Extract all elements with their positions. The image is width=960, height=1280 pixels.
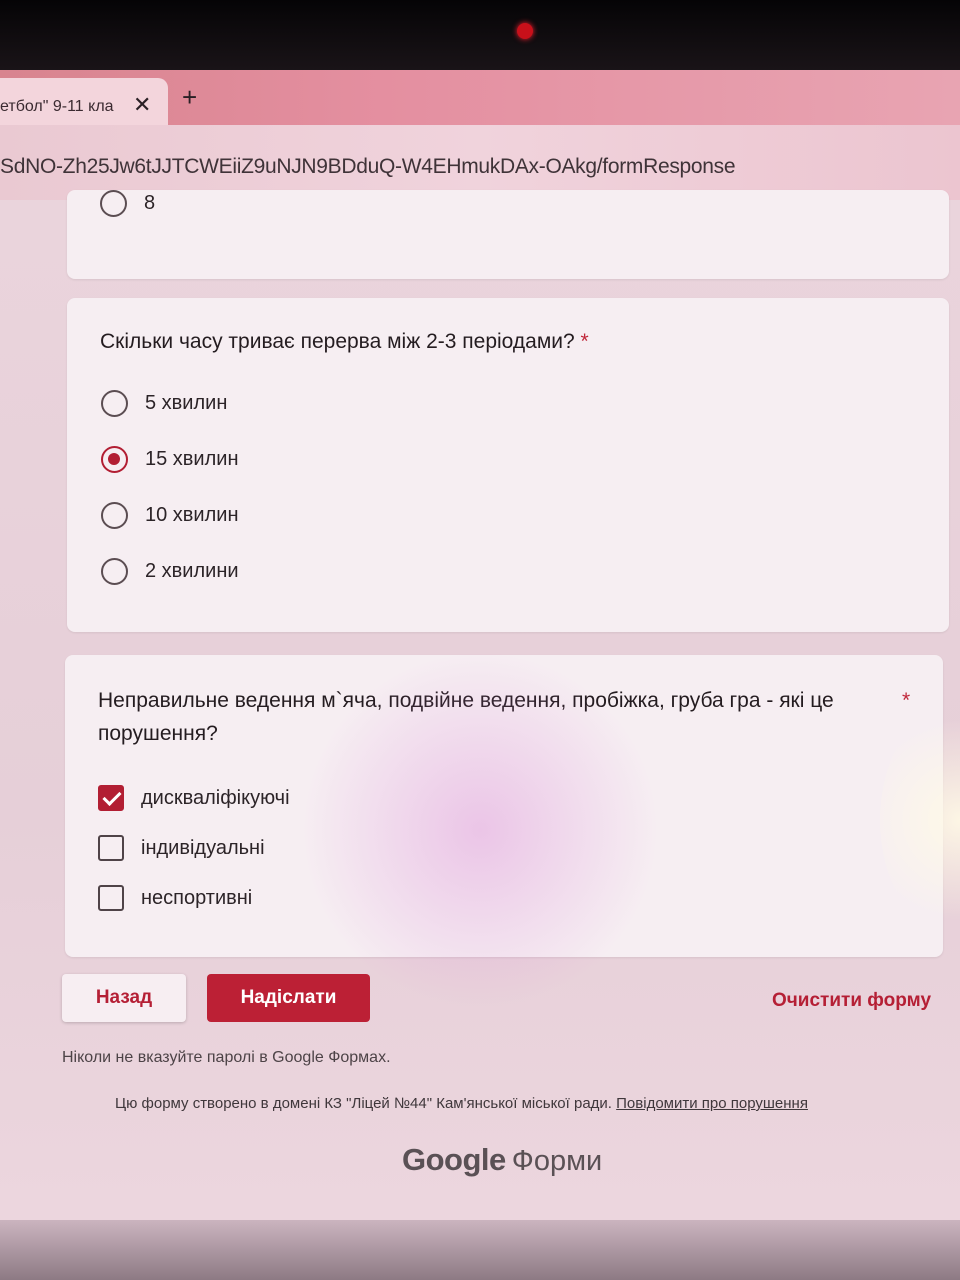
option-label: 15 хвилин — [145, 448, 239, 470]
browser-tab[interactable]: етбол" 9-11 кла ✕ — [0, 78, 168, 128]
brand-forms: Форми — [511, 1145, 603, 1177]
close-tab-icon[interactable]: ✕ — [133, 92, 151, 118]
google-forms-logo[interactable]: Google Форми — [402, 1142, 602, 1178]
monitor-bezel-bottom — [0, 1220, 960, 1280]
checkbox[interactable] — [98, 835, 124, 861]
radio-option-8[interactable]: 8 — [100, 190, 155, 217]
checkbox-option-individual[interactable]: індивідуальні — [98, 835, 265, 861]
browser-window: етбол" 9-11 кла ✕ + SdNO-Zh25Jw6tJJTCWEi… — [0, 70, 960, 1220]
radio-option-2-min[interactable]: 2 хвилини — [101, 558, 239, 585]
question-title: Скільки часу триває перерва між 2-3 пері… — [100, 325, 589, 358]
required-asterisk: * — [580, 330, 589, 353]
question-card-violations: Неправильне ведення м`яча, подвійне веде… — [65, 655, 943, 957]
submit-button[interactable]: Надіслати — [207, 974, 370, 1022]
url-text[interactable]: SdNO-Zh25Jw6tJJTCWEiiZ9uNJN9BDduQ-W4EHmu… — [0, 155, 736, 179]
radio-button-selected[interactable] — [101, 446, 128, 473]
option-label: неспортивні — [141, 886, 253, 909]
camera-indicator-light — [517, 23, 533, 39]
option-label: 5 хвилин — [145, 392, 228, 414]
option-label: індивідуальні — [141, 836, 265, 859]
domain-notice: Цю форму створено в домені КЗ "Ліцей №44… — [115, 1095, 808, 1112]
monitor-bezel — [0, 0, 960, 72]
form-page: 8 Скільки часу триває перерва між 2-3 пе… — [0, 190, 960, 1220]
checkbox[interactable] — [98, 885, 124, 911]
new-tab-icon[interactable]: + — [182, 82, 197, 113]
radio-button[interactable] — [101, 390, 128, 417]
question-text-line2: порушення? — [98, 722, 218, 745]
radio-button[interactable] — [101, 558, 128, 585]
question-text-line1: Неправильне ведення м`яча, подвійне веде… — [98, 689, 834, 712]
option-label: 10 хвилин — [145, 504, 239, 526]
question-text: Скільки часу триває перерва між 2-3 пері… — [100, 330, 575, 353]
required-asterisk: * — [902, 689, 911, 712]
report-abuse-link[interactable]: Повідомити про порушення — [616, 1095, 808, 1112]
clear-form-button[interactable]: Очистити форму — [772, 990, 931, 1012]
checkbox-checked[interactable] — [98, 785, 124, 811]
question-card-break-duration: Скільки часу триває перерва між 2-3 пері… — [67, 298, 949, 632]
radio-button[interactable] — [101, 502, 128, 529]
domain-text: Цю форму створено в домені КЗ "Ліцей №44… — [115, 1095, 612, 1112]
checkbox-option-unsporting[interactable]: неспортивні — [98, 885, 252, 911]
checkbox-option-disqualifying[interactable]: дискваліфікуючі — [98, 785, 290, 811]
option-label: 8 — [144, 192, 156, 214]
tab-bar: етбол" 9-11 кла ✕ + — [0, 70, 960, 128]
address-bar[interactable]: SdNO-Zh25Jw6tJJTCWEiiZ9uNJN9BDduQ-W4EHmu… — [0, 125, 960, 200]
option-label: 2 хвилини — [145, 560, 239, 582]
back-button[interactable]: Назад — [62, 974, 186, 1022]
password-warning: Ніколи не вказуйте паролі в Google Форма… — [62, 1049, 391, 1066]
previous-question-card: 8 — [67, 190, 949, 279]
radio-option-5-min[interactable]: 5 хвилин — [101, 390, 227, 417]
tab-title: етбол" 9-11 кла — [0, 98, 114, 115]
radio-option-10-min[interactable]: 10 хвилин — [101, 502, 239, 529]
radio-button[interactable] — [100, 190, 127, 217]
radio-option-15-min[interactable]: 15 хвилин — [101, 446, 239, 473]
brand-google: Google — [402, 1142, 506, 1177]
option-label: дискваліфікуючі — [141, 786, 290, 809]
question-title: Неправильне ведення м`яча, подвійне веде… — [98, 684, 888, 750]
